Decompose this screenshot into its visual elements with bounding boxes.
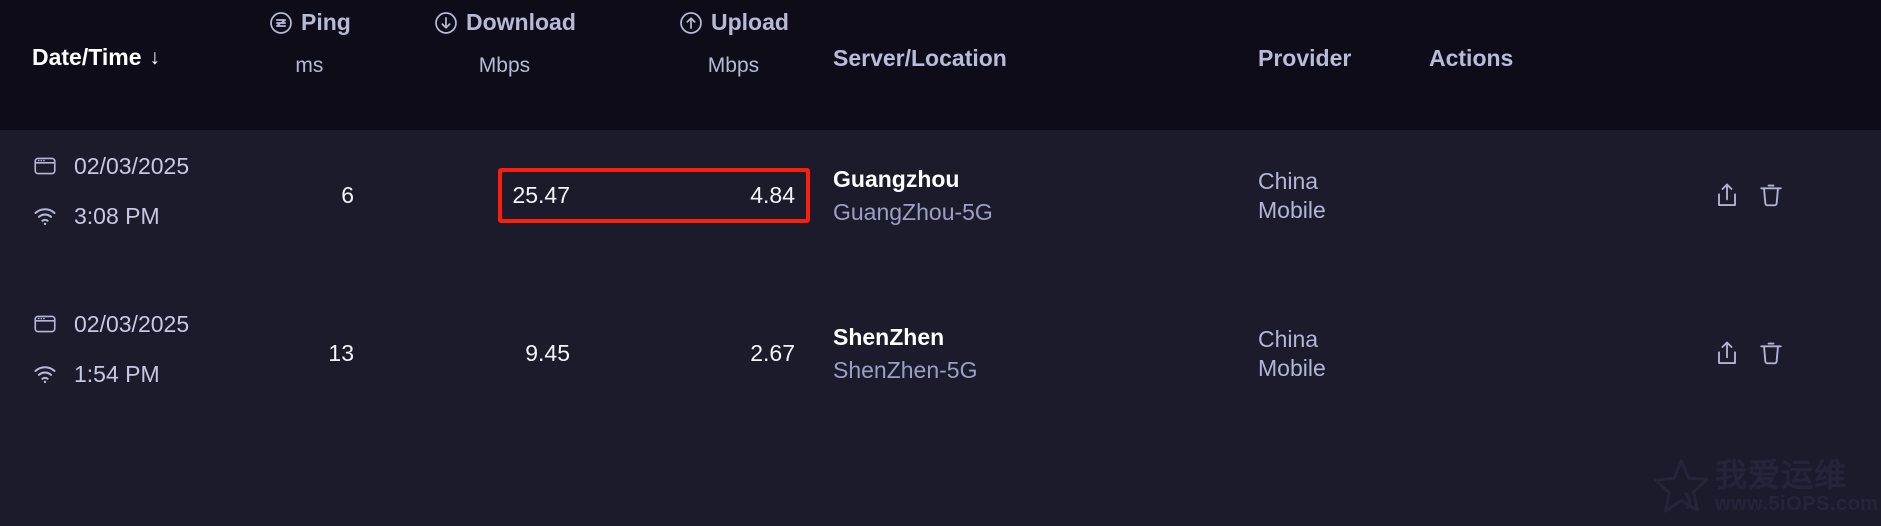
wifi-icon bbox=[32, 361, 58, 387]
column-header-datetime[interactable]: Date/Time ↓ bbox=[32, 44, 160, 71]
watermark: 我爱运维 www.5iOPS.com bbox=[1651, 450, 1878, 522]
row-time: 3:08 PM bbox=[32, 202, 262, 229]
watermark-cn-text: 我爱运维 bbox=[1715, 455, 1848, 494]
cell-upload: 2.67 bbox=[750, 340, 795, 366]
column-header-actions: Actions bbox=[1429, 45, 1514, 71]
cell-datetime: 02/03/2025 1:54 PM bbox=[32, 310, 262, 387]
row-time-text: 1:54 PM bbox=[74, 360, 160, 387]
provider-line-2: Mobile bbox=[1258, 355, 1326, 381]
trash-icon[interactable] bbox=[1756, 338, 1786, 368]
column-header-download-label: Download bbox=[466, 9, 576, 35]
ping-circle-icon bbox=[268, 10, 294, 36]
provider-line-2: Mobile bbox=[1258, 197, 1326, 223]
cell-datetime: 02/03/2025 3:08 PM bbox=[32, 152, 262, 229]
speedtest-history-table: Date/Time ↓ Ping ms Download Mbps Upload… bbox=[0, 0, 1881, 526]
cell-download: 25.47 bbox=[512, 182, 570, 208]
star-icon bbox=[1651, 455, 1713, 517]
cell-ping: 13 bbox=[328, 340, 354, 366]
cell-actions bbox=[1712, 338, 1786, 368]
cell-server: ShenZhen ShenZhen-5G bbox=[833, 324, 977, 384]
column-header-download[interactable]: Download Mbps bbox=[433, 9, 576, 78]
arrow-down-circle-icon bbox=[433, 10, 459, 36]
cell-provider: China Mobile bbox=[1258, 325, 1326, 383]
wifi-icon bbox=[32, 203, 58, 229]
server-name: ShenZhen bbox=[833, 324, 945, 350]
server-name: Guangzhou bbox=[833, 166, 960, 192]
cell-ping: 6 bbox=[341, 182, 354, 208]
column-header-ping-label: Ping bbox=[301, 9, 351, 35]
row-date: 02/03/2025 bbox=[32, 152, 262, 179]
column-header-provider[interactable]: Provider bbox=[1258, 45, 1351, 72]
column-header-upload-label: Upload bbox=[711, 9, 789, 35]
browser-window-icon bbox=[32, 311, 58, 337]
arrow-up-circle-icon bbox=[678, 10, 704, 36]
table-row[interactable]: 02/03/2025 1:54 PM 13 9.45 2.67 ShenZhen… bbox=[0, 288, 1881, 446]
column-header-download-unit: Mbps bbox=[478, 54, 531, 77]
browser-window-icon bbox=[32, 153, 58, 179]
watermark-url: www.5iOPS.com bbox=[1715, 492, 1879, 515]
share-upload-icon[interactable] bbox=[1712, 338, 1742, 368]
server-sublabel: ShenZhen-5G bbox=[833, 357, 978, 383]
column-header-upload-unit: Mbps bbox=[707, 54, 760, 77]
row-date-text: 02/03/2025 bbox=[74, 310, 190, 337]
trash-icon[interactable] bbox=[1756, 180, 1786, 210]
column-header-upload[interactable]: Upload Mbps bbox=[678, 9, 789, 78]
cell-download: 9.45 bbox=[525, 340, 570, 366]
share-upload-icon[interactable] bbox=[1712, 180, 1742, 210]
row-date-text: 02/03/2025 bbox=[74, 152, 190, 179]
cell-actions bbox=[1712, 180, 1786, 210]
provider-line-1: China bbox=[1258, 326, 1319, 352]
server-sublabel: GuangZhou-5G bbox=[833, 199, 993, 225]
cell-provider: China Mobile bbox=[1258, 167, 1326, 225]
sort-down-icon: ↓ bbox=[149, 46, 161, 69]
column-header-datetime-label: Date/Time bbox=[32, 44, 142, 70]
column-header-ping[interactable]: Ping ms bbox=[268, 9, 351, 78]
row-time: 1:54 PM bbox=[32, 360, 262, 387]
column-header-server[interactable]: Server/Location bbox=[833, 45, 1007, 72]
table-row[interactable]: 02/03/2025 3:08 PM 6 25.47 4.84 Guangzho… bbox=[0, 130, 1881, 288]
provider-line-1: China bbox=[1258, 168, 1319, 194]
table-header-row: Date/Time ↓ Ping ms Download Mbps Upload… bbox=[0, 0, 1881, 130]
row-date: 02/03/2025 bbox=[32, 310, 262, 337]
row-time-text: 3:08 PM bbox=[74, 202, 160, 229]
cell-upload: 4.84 bbox=[750, 182, 795, 208]
column-header-ping-unit: ms bbox=[295, 54, 324, 77]
cell-server: Guangzhou GuangZhou-5G bbox=[833, 166, 993, 226]
